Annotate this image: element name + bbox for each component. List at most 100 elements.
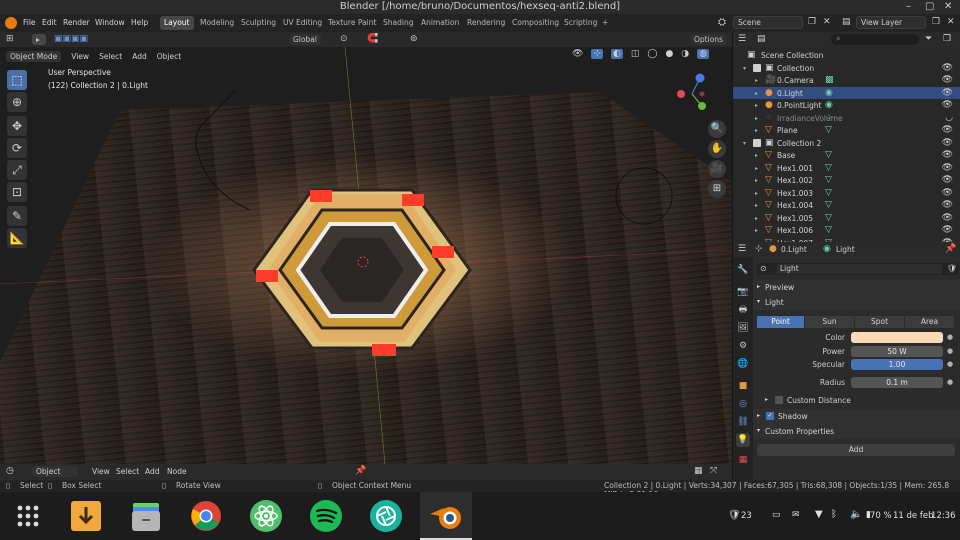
clock-date[interactable]: 11 de feb	[893, 511, 933, 521]
annotate-tool-icon[interactable]: ✎	[7, 206, 27, 226]
rendered-shading-icon[interactable]: ◍	[697, 49, 710, 59]
keyframe-dot-icon[interactable]: ●	[947, 347, 953, 355]
keyframe-dot-icon[interactable]: ●	[947, 360, 953, 368]
physics-tab-icon[interactable]: ◎	[736, 397, 750, 411]
node-mode-dropdown[interactable]: Object	[32, 466, 78, 477]
collection-checkbox[interactable]	[753, 138, 761, 147]
outliner-row[interactable]: ▸ ▽ Plane ▽ 👁	[733, 124, 960, 137]
mesh-data-icon[interactable]: ▽	[825, 188, 832, 198]
screen-icon[interactable]: ▭	[772, 510, 781, 520]
shadow-checkbox[interactable]: ✓	[766, 412, 774, 420]
visibility-eye-icon[interactable]: 👁	[942, 188, 953, 198]
menu-object[interactable]: Object	[157, 52, 181, 61]
outliner-search-input[interactable]: ⌕	[831, 34, 919, 45]
chevron-right-icon[interactable]: ▸	[755, 227, 758, 234]
light-type-area[interactable]: Area	[905, 316, 955, 328]
visibility-icon[interactable]: 👁	[572, 49, 583, 59]
fake-user-icon[interactable]: 🛡	[947, 264, 957, 273]
aperture-app-icon[interactable]	[369, 499, 403, 533]
tab-layout[interactable]: Layout	[160, 16, 194, 30]
atom-icon[interactable]	[249, 499, 283, 533]
outliner-row[interactable]: ▸ ▽ Base ▽ 👁	[733, 149, 960, 162]
transform-tool-icon[interactable]: ⊡	[7, 182, 27, 202]
custom-distance-subpanel[interactable]: ▸ Custom Distance	[753, 394, 960, 408]
snap-icon[interactable]: 🧲	[367, 34, 378, 44]
light-datablock-selector[interactable]: ⊙ Light 🛡	[757, 263, 959, 275]
tab-animation[interactable]: Animation	[417, 16, 463, 30]
filter-icon[interactable]: ⏷	[925, 34, 932, 44]
visibility-eye-icon[interactable]: 👁	[942, 213, 953, 223]
gizmo-x-axis[interactable]	[677, 90, 685, 98]
outliner-row[interactable]: ▸ ▽ Hex1.002 ▽ 👁	[733, 174, 960, 187]
constraints-tab-icon[interactable]: ⛓	[736, 415, 750, 429]
tool-tab-icon[interactable]: 🔧	[736, 263, 750, 277]
add-workspace-button[interactable]: +	[598, 16, 612, 30]
light-type-point[interactable]: Point	[757, 316, 805, 328]
light-datablock-name[interactable]: Light	[777, 264, 942, 274]
outliner-row[interactable]: ▾ ▣ Collection 2 👁	[733, 137, 960, 150]
editor-type-icon[interactable]: ◷	[6, 466, 14, 476]
light-type-spot[interactable]: Spot	[855, 316, 905, 328]
new-collection-icon[interactable]: ❐	[943, 34, 951, 44]
pin-properties-icon[interactable]: 📌	[945, 244, 956, 254]
radius-field[interactable]: 0.1 m	[851, 377, 943, 388]
mesh-data-icon[interactable]: ▽	[825, 163, 832, 173]
menu-select[interactable]: Select	[99, 52, 122, 61]
editor-type-icon[interactable]: ☰	[738, 244, 746, 254]
minimize-button[interactable]: –	[906, 1, 911, 12]
editor-type-icon[interactable]: ⊞	[6, 34, 14, 44]
outliner[interactable]: ☰ ▤ ⌕ ⏷ ❐ ▣ Scene Collection ▾ ▣ Collectio…	[732, 32, 960, 242]
chevron-right-icon[interactable]: ▸	[755, 152, 758, 159]
properties-editor[interactable]: ☰ ⊹ ● 0.Light ◉ Light 📌 🔧 📷 🖶 🖼 ⚙ 🌐 ■ ◎ …	[732, 242, 960, 480]
light-data-icon[interactable]: ◉	[825, 88, 833, 98]
outliner-row[interactable]: ▸ 🎥 0.Camera ▩ 👁	[733, 74, 960, 87]
spotify-icon[interactable]	[309, 499, 343, 533]
outliner-row[interactable]: ▸ ● 0.Light ◉ 👁	[733, 86, 960, 99]
display-mode-icon[interactable]: ▤	[757, 34, 766, 44]
keyframe-dot-icon[interactable]: ●	[947, 378, 953, 386]
gizmo-z-axis[interactable]	[695, 73, 705, 83]
light-type-sun[interactable]: Sun	[805, 316, 855, 328]
outliner-row[interactable]: ▸ ▽ Hex1.005 ▽ 👁	[733, 212, 960, 225]
node-menu-add[interactable]: Add	[145, 467, 160, 476]
power-field[interactable]: 50 W	[851, 346, 943, 357]
camera-view-icon[interactable]: 🎥	[708, 160, 726, 178]
delete-view-layer-icon[interactable]: ✕	[947, 17, 955, 27]
visibility-eye-icon[interactable]: 👁	[942, 150, 953, 160]
visibility-eye-icon[interactable]: 👁	[942, 225, 953, 235]
material-shading-icon[interactable]: ◑	[681, 49, 689, 59]
light-data-icon[interactable]: ◉	[825, 100, 833, 110]
custom-distance-checkbox[interactable]	[775, 396, 783, 404]
mode-dropdown[interactable]: Object Mode	[6, 50, 62, 62]
tab-shading[interactable]: Shading	[379, 16, 417, 30]
mesh-data-icon[interactable]: ▽	[825, 225, 832, 235]
menu-add[interactable]: Add	[132, 52, 147, 61]
solid-shading-icon[interactable]: ●	[665, 49, 673, 59]
tab-uv-editing[interactable]: UV Editing	[279, 16, 326, 30]
outliner-scene-collection[interactable]: ▣ Scene Collection	[733, 49, 960, 62]
mesh-data-icon[interactable]: ▽	[825, 213, 832, 223]
chevron-right-icon[interactable]: ▸	[755, 165, 758, 172]
outliner-row[interactable]: ▸ ▽ Hex1.006 ▽ 👁	[733, 224, 960, 237]
select-tool-icon[interactable]: ▸	[32, 34, 46, 45]
custom-properties-panel-header[interactable]: ▾ Custom Properties	[753, 424, 960, 439]
node-menu-select[interactable]: Select	[116, 467, 139, 476]
zoom-icon[interactable]: 🔍	[708, 120, 726, 138]
menu-help[interactable]: Help	[131, 18, 148, 27]
new-view-layer-icon[interactable]: ❐	[932, 17, 940, 27]
visibility-eye-icon[interactable]: 👁	[942, 163, 953, 173]
chevron-right-icon[interactable]: ▸	[755, 115, 758, 122]
outliner-row[interactable]: ▸ ▽ Hex1.001 ▽ 👁	[733, 162, 960, 175]
chevron-right-icon[interactable]: ▸	[755, 215, 758, 222]
delete-scene-icon[interactable]: ✕	[823, 17, 831, 27]
menu-file[interactable]: File	[23, 18, 36, 27]
node-menu-node[interactable]: Node	[167, 467, 187, 476]
outliner-row[interactable]: ▸ ⁘ IrradianceVolume ⁘ ◡	[733, 112, 960, 125]
visibility-eye-icon[interactable]: 👁	[942, 75, 953, 85]
tab-rendering[interactable]: Rendering	[463, 16, 509, 30]
notification-icon[interactable]: 🛡	[728, 510, 741, 521]
tab-sculpting[interactable]: Sculpting	[237, 16, 280, 30]
perspective-toggle-icon[interactable]: ⊞	[708, 180, 726, 198]
chevron-right-icon[interactable]: ▸	[755, 202, 758, 209]
pivot-icon[interactable]: ⊙	[340, 34, 348, 44]
